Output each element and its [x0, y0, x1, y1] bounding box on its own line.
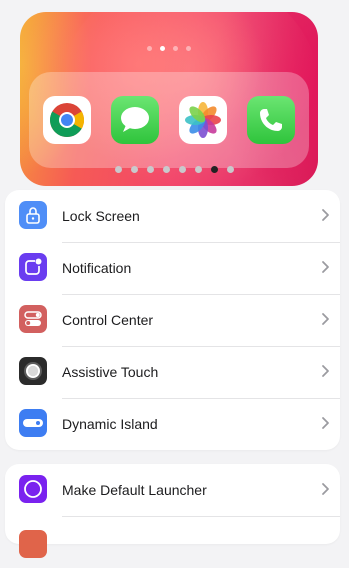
row-label: Dynamic Island [62, 416, 158, 432]
chevron-right-icon [322, 483, 329, 495]
preview-page-dot [186, 46, 191, 51]
dynamic-island-icon [19, 409, 47, 437]
row-control-center[interactable]: Control Center [5, 294, 340, 346]
row-label: Make Default Launcher [62, 482, 207, 498]
lock-icon [19, 201, 47, 229]
messages-icon [111, 96, 159, 144]
row-notification[interactable]: Notification [5, 242, 340, 294]
preview-page-dot [173, 46, 178, 51]
row-dynamic-island[interactable]: Dynamic Island [5, 398, 340, 450]
assistive-touch-icon [19, 357, 47, 385]
pager-dot[interactable] [147, 166, 154, 173]
chevron-right-icon [322, 417, 329, 429]
row-label: Control Center [62, 312, 154, 328]
chevron-right-icon [322, 209, 329, 221]
chevron-right-icon [322, 261, 329, 273]
notification-icon [19, 253, 47, 281]
pager-dot[interactable] [131, 166, 138, 173]
phone-icon [247, 96, 295, 144]
pager-dot[interactable] [195, 166, 202, 173]
row-partial[interactable] [5, 516, 340, 568]
pager-dot[interactable] [179, 166, 186, 173]
launcher-settings-list: Make Default Launcher [5, 464, 340, 558]
row-lock-screen[interactable]: Lock Screen [5, 190, 340, 242]
preview-page-dot-active [160, 46, 165, 51]
pager-dot[interactable] [227, 166, 234, 173]
row-assistive-touch[interactable]: Assistive Touch [5, 346, 340, 398]
wallpaper-pager[interactable] [0, 166, 349, 173]
preview-dock [29, 72, 309, 168]
row-make-default-launcher[interactable]: Make Default Launcher [5, 464, 340, 516]
launcher-circle-icon [19, 475, 47, 503]
wallpaper-preview[interactable] [20, 12, 318, 186]
app-icon [19, 530, 47, 558]
row-label: Lock Screen [62, 208, 140, 224]
row-label: Notification [62, 260, 132, 276]
pager-dot[interactable] [163, 166, 170, 173]
row-label: Assistive Touch [62, 364, 159, 380]
preview-page-indicator [20, 46, 318, 51]
chrome-icon [43, 96, 91, 144]
preview-page-dot [147, 46, 152, 51]
settings-list: Lock Screen Notification Control Center [5, 190, 340, 450]
pager-dot-active[interactable] [211, 166, 218, 173]
pager-dot[interactable] [115, 166, 122, 173]
chevron-right-icon [322, 365, 329, 377]
photos-icon [179, 96, 227, 144]
chevron-right-icon [322, 313, 329, 325]
toggle-icon [19, 305, 47, 333]
